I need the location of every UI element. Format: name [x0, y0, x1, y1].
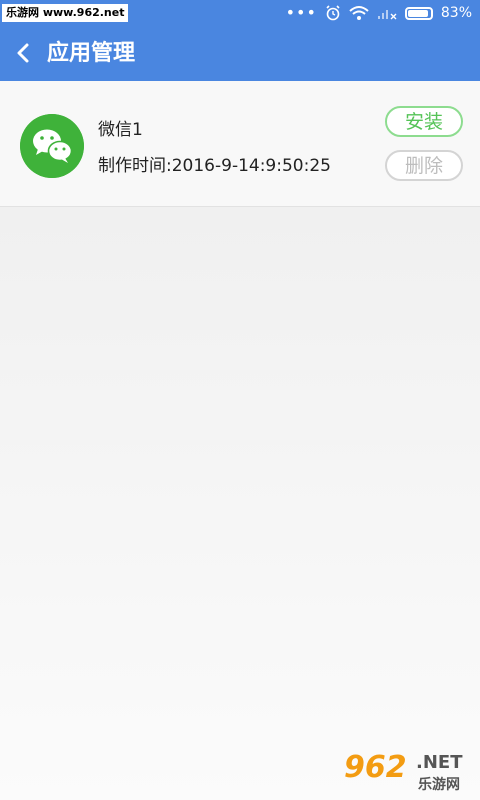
app-created-time: 制作时间:2016-9-14:9:50:25 — [98, 156, 331, 176]
watermark-site: 乐游网 — [418, 777, 460, 793]
battery-icon — [404, 6, 433, 20]
title-bar: 应用管理 — [0, 26, 480, 81]
delete-button[interactable]: 删除 — [385, 150, 463, 181]
battery-percent: 83% — [440, 5, 472, 21]
more-dots-icon: ••• — [285, 3, 317, 22]
wifi-icon — [349, 6, 369, 20]
page-title: 应用管理 — [47, 41, 136, 66]
app-name: 微信1 — [98, 120, 143, 140]
back-arrow-icon[interactable] — [12, 39, 36, 67]
list-item: 微信1 制作时间:2016-9-14:9:50:25 安装 删除 — [0, 81, 480, 207]
watermark-net: .NET — [416, 752, 463, 773]
wechat-icon — [20, 114, 84, 178]
status-icons: ••• 83% — [286, 0, 472, 26]
watermark-logo: 962 .NET 乐游网 — [344, 750, 474, 794]
signal-icon — [377, 10, 397, 20]
watermark-number: 962 — [344, 750, 407, 785]
status-bar: 乐游网 www.962.net ••• 83% — [0, 0, 480, 26]
watermark-label: 乐游网 www.962.net — [2, 4, 129, 22]
install-button[interactable]: 安装 — [385, 106, 463, 137]
alarm-icon — [326, 5, 340, 21]
